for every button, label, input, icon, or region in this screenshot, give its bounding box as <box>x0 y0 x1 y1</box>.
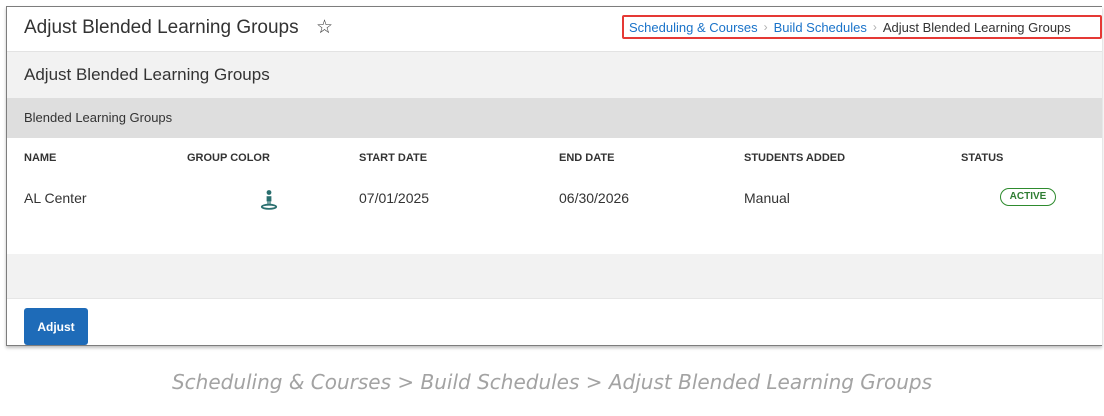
person-on-platform-icon <box>257 188 281 212</box>
column-header-start-date[interactable]: START DATE <box>359 152 427 164</box>
cell-students-added: Manual <box>744 190 790 206</box>
group-title: Blended Learning Groups <box>24 110 173 125</box>
cell-name: AL Center <box>24 190 87 206</box>
breadcrumb-link-build-schedules[interactable]: Build Schedules <box>774 20 867 35</box>
page-title: Adjust Blended Learning Groups <box>24 17 299 38</box>
action-bar: Adjust <box>7 298 1102 345</box>
section-title: Adjust Blended Learning Groups <box>24 65 270 84</box>
chevron-right-icon: › <box>763 20 768 34</box>
column-header-group-color[interactable]: GROUP COLOR <box>187 152 270 164</box>
table-row[interactable]: AL Center 07/01/2025 06/30/2026 Manual <box>7 178 1102 254</box>
star-outline-icon[interactable]: ☆ <box>316 16 333 38</box>
top-bar: Adjust Blended Learning Groups ☆ Schedul… <box>7 7 1102 52</box>
group-header: Blended Learning Groups <box>7 98 1102 138</box>
adjust-button[interactable]: Adjust <box>24 308 88 345</box>
breadcrumb-link-scheduling-courses[interactable]: Scheduling & Courses <box>629 20 758 35</box>
table-footer-band <box>7 254 1102 298</box>
section-header: Adjust Blended Learning Groups <box>7 52 1102 98</box>
table-header-row: NAME GROUP COLOR START DATE END DATE STU… <box>7 138 1102 179</box>
column-header-end-date[interactable]: END DATE <box>559 152 614 164</box>
breadcrumb-current: Adjust Blended Learning Groups <box>882 19 1071 35</box>
status-badge: ACTIVE <box>1000 188 1056 206</box>
column-header-status[interactable]: STATUS <box>961 152 1003 164</box>
app-window: Adjust Blended Learning Groups ☆ Schedul… <box>6 6 1102 346</box>
cell-start-date: 07/01/2025 <box>359 190 430 206</box>
column-header-students-added[interactable]: STUDENTS ADDED <box>744 152 845 164</box>
column-header-name[interactable]: NAME <box>24 152 56 164</box>
breadcrumb: Scheduling & Courses › Build Schedules ›… <box>622 15 1102 39</box>
image-caption: Scheduling & Courses > Build Schedules >… <box>171 370 933 394</box>
chevron-right-icon: › <box>872 20 877 34</box>
cell-end-date: 06/30/2026 <box>559 190 630 206</box>
